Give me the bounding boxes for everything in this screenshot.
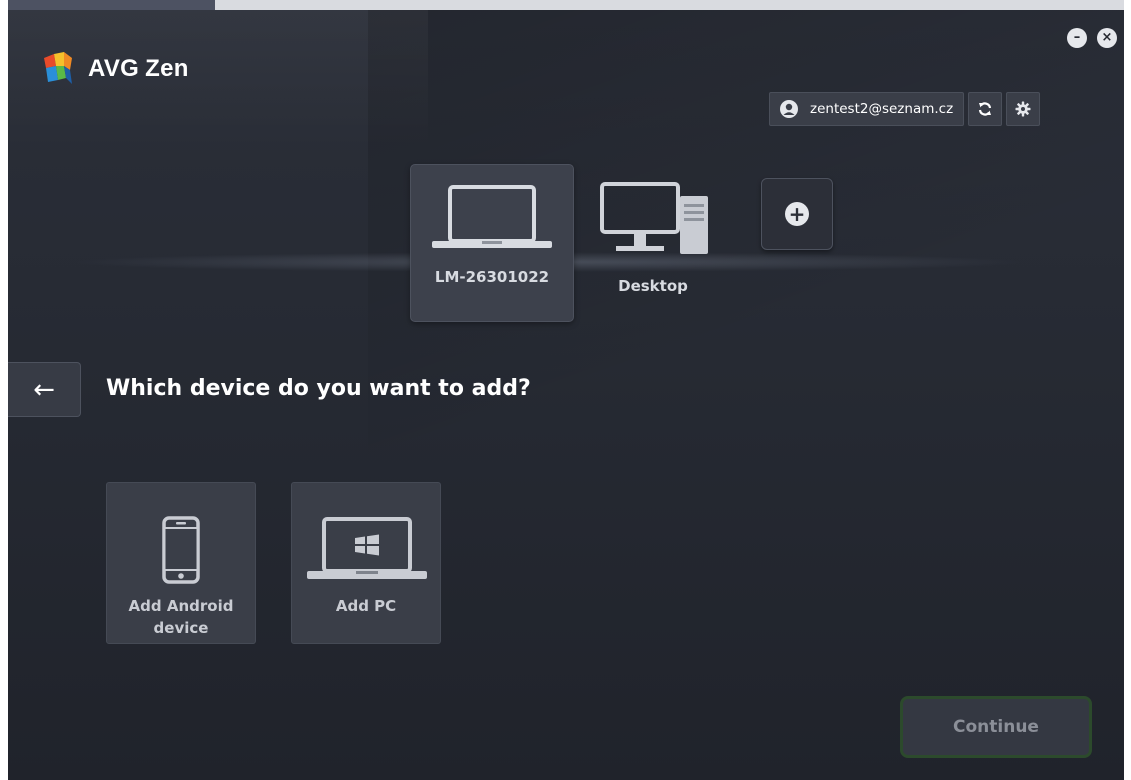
account-bar: zentest2@seznam.cz <box>769 92 1041 126</box>
device-card-laptop[interactable]: LM-26301022 <box>410 164 574 322</box>
option-label: Add PC <box>335 597 397 615</box>
page-title: Which device do you want to add? <box>106 376 531 401</box>
windows-laptop-icon <box>307 517 427 579</box>
device-label: Desktop <box>618 277 688 295</box>
back-button[interactable]: ← <box>8 362 81 417</box>
add-android-device-option[interactable]: Add Android device <box>106 482 256 644</box>
account-button[interactable]: zentest2@seznam.cz <box>769 92 965 126</box>
device-label: LM-26301022 <box>434 268 550 286</box>
gear-icon <box>1015 101 1031 117</box>
top-tab-left <box>8 0 215 10</box>
top-strip <box>0 0 1131 10</box>
brand-name: AVG <box>88 55 140 82</box>
avg-logo-icon <box>44 52 72 84</box>
app-window: AVG Zen – × zentest2@seznam.cz LM-263010… <box>8 10 1124 780</box>
account-email: zentest2@seznam.cz <box>810 101 954 117</box>
close-button[interactable]: × <box>1097 28 1117 48</box>
desktop-computer-icon <box>600 182 708 254</box>
smartphone-icon <box>162 516 200 584</box>
app-logo: AVG Zen <box>42 52 189 86</box>
laptop-icon <box>432 185 552 248</box>
continue-button[interactable]: Continue <box>900 696 1092 758</box>
product-name: Zen <box>145 55 189 82</box>
refresh-button[interactable] <box>968 92 1003 126</box>
add-device-button[interactable]: + <box>761 178 833 250</box>
option-label: Add Android device <box>128 597 234 637</box>
settings-button[interactable] <box>1006 92 1041 126</box>
top-tab-right <box>215 0 1124 10</box>
minimize-button[interactable]: – <box>1067 28 1087 48</box>
add-pc-option[interactable]: Add PC <box>291 482 441 644</box>
refresh-icon <box>979 102 992 116</box>
back-arrow-icon: ← <box>33 374 55 405</box>
app-title: AVG Zen <box>88 55 189 83</box>
device-card-desktop[interactable]: Desktop <box>588 174 718 322</box>
plus-icon: + <box>785 202 809 226</box>
user-icon <box>780 100 798 118</box>
